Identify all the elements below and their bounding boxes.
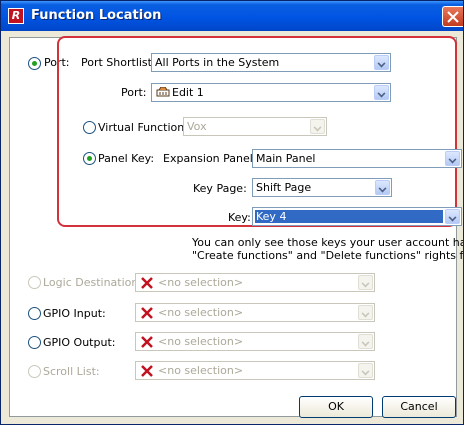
gpio-output-dropdown[interactable]: <no selection> [135, 332, 375, 351]
gpio-output-radio[interactable] [28, 336, 41, 349]
port-icon [156, 87, 170, 97]
chevron-down-icon[interactable] [358, 305, 373, 320]
virtual-function-radio[interactable] [83, 121, 96, 134]
key-dropdown[interactable]: Key 4 [252, 207, 462, 226]
gpio-input-label: GPIO Input: [43, 307, 106, 320]
x-mark-icon [141, 365, 153, 377]
key-page-value: Shift Page [256, 181, 312, 194]
gpio-input-value: <no selection> [158, 306, 244, 319]
chevron-down-icon[interactable] [358, 363, 373, 378]
panel-key-label: Panel Key: [98, 152, 155, 165]
gpio-output-value: <no selection> [158, 335, 244, 348]
port-dropdown[interactable]: Edit 1 [151, 83, 391, 102]
chevron-down-icon[interactable] [445, 209, 460, 224]
x-mark-icon [141, 307, 153, 319]
permission-info-line2: "Create functions" and "Delete functions… [192, 249, 464, 262]
chevron-down-icon[interactable] [358, 334, 373, 349]
key-label: Key: [228, 211, 251, 224]
virtual-function-dropdown[interactable]: Vox [183, 117, 327, 136]
x-mark-icon [141, 277, 153, 289]
close-icon [447, 11, 459, 23]
logic-destination-label: Logic Destination: [43, 276, 143, 289]
gpio-input-dropdown[interactable]: <no selection> [135, 303, 375, 322]
chevron-down-icon[interactable] [445, 151, 460, 166]
x-mark-icon [141, 336, 153, 348]
port-label: Port: [121, 86, 147, 99]
cancel-button[interactable]: Cancel [382, 396, 456, 418]
app-logo-icon: R [8, 8, 24, 24]
scroll-list-label: Scroll List: [43, 365, 100, 378]
chevron-down-icon[interactable] [375, 180, 390, 195]
panel-key-radio[interactable] [83, 152, 96, 165]
expansion-panel-label: Expansion Panel: [163, 152, 257, 165]
expansion-panel-value: Main Panel [256, 152, 316, 165]
title-bar[interactable]: R Function Location [1, 1, 463, 31]
gpio-output-label: GPIO Output: [43, 336, 116, 349]
chevron-down-icon[interactable] [358, 275, 373, 290]
chevron-down-icon[interactable] [310, 119, 325, 134]
function-location-dialog: R Function Location Port: Port Shortlist… [0, 0, 464, 425]
permission-info-line1: You can only see those keys your user ac… [192, 236, 464, 249]
expansion-panel-dropdown[interactable]: Main Panel [252, 149, 462, 168]
logic-destination-value: <no selection> [158, 276, 244, 289]
port-value: Edit 1 [172, 86, 204, 99]
virtual-function-value: Vox [187, 120, 207, 133]
key-page-dropdown[interactable]: Shift Page [252, 178, 392, 197]
scroll-list-radio[interactable] [28, 365, 41, 378]
scroll-list-value: <no selection> [158, 364, 244, 377]
gpio-input-radio[interactable] [28, 307, 41, 320]
scroll-list-dropdown[interactable]: <no selection> [135, 361, 375, 380]
logic-destination-dropdown[interactable]: <no selection> [135, 273, 375, 292]
key-value: Key 4 [255, 210, 443, 223]
ok-button[interactable]: OK [299, 396, 373, 418]
virtual-function-label: Virtual Function: [98, 121, 188, 134]
close-button[interactable] [442, 6, 463, 27]
key-page-label: Key Page: [193, 182, 247, 195]
logic-destination-radio[interactable] [28, 276, 41, 289]
window-title: Function Location [31, 8, 162, 23]
port-radio[interactable] [28, 57, 41, 70]
chevron-down-icon[interactable] [374, 85, 389, 100]
